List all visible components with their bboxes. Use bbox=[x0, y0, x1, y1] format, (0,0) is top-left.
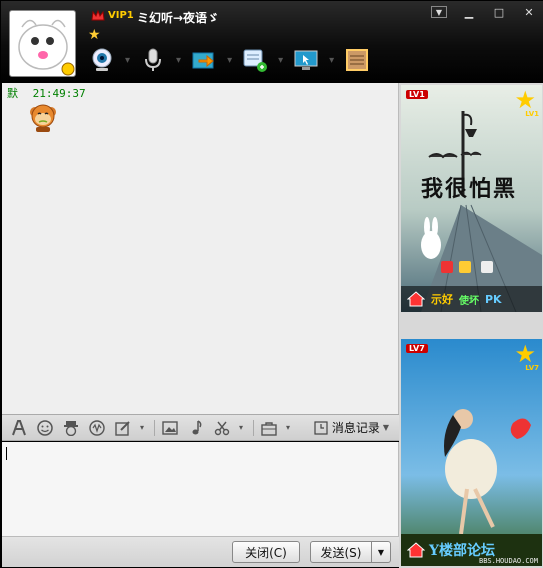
video-call-icon[interactable] bbox=[87, 45, 117, 75]
close-icon[interactable]: ✕ bbox=[518, 4, 540, 20]
avatar[interactable] bbox=[9, 10, 76, 77]
level-star-icon: ★ bbox=[514, 340, 536, 368]
home-icon[interactable] bbox=[407, 291, 425, 307]
vip-crown-icon bbox=[91, 9, 105, 23]
chevron-down-icon: ▼ bbox=[382, 423, 389, 432]
level-sub-label: LV1 bbox=[525, 110, 539, 118]
bag-dropdown-icon[interactable]: ▾ bbox=[284, 418, 292, 438]
send-file-icon[interactable] bbox=[189, 45, 219, 75]
show-card-1[interactable]: LV1 ★ LV1 我很怕黑 示好 使坏 PK bbox=[401, 85, 542, 312]
toolbar-separator: ▾ bbox=[125, 54, 131, 66]
history-label: 消息记录 bbox=[331, 421, 380, 435]
format-separator bbox=[253, 419, 254, 436]
message-time: 21:49:37 bbox=[32, 87, 86, 100]
toolbar-separator: ▾ bbox=[227, 54, 233, 66]
voice-call-icon[interactable] bbox=[138, 45, 168, 75]
menu-icon[interactable]: ▼ bbox=[431, 6, 447, 18]
minimize-icon[interactable]: ▁ bbox=[458, 4, 480, 20]
toolbar-separator: ▾ bbox=[278, 54, 284, 66]
format-separator bbox=[154, 419, 155, 436]
send-options-dropdown[interactable]: ▼ bbox=[371, 541, 391, 563]
window-controls: ▼ ▁ □ ✕ bbox=[428, 4, 540, 20]
nickname[interactable]: ミ幻听→夜语ゞ bbox=[137, 9, 219, 26]
level-sub-label: LV7 bbox=[525, 364, 539, 372]
emoticon-icon[interactable] bbox=[34, 418, 56, 438]
bag-icon[interactable] bbox=[258, 418, 280, 438]
chat-toolbar: ▾ ▾ ▾ ▾ ▾ bbox=[87, 45, 380, 75]
close-button[interactable]: 关闭(C) bbox=[232, 541, 300, 563]
level-star-icon: ★ bbox=[88, 27, 101, 43]
toolbar-separator: ▾ bbox=[329, 54, 335, 66]
bottom-bar: 关闭(C) 发送(S) ▼ bbox=[2, 536, 399, 567]
handwrite-icon[interactable] bbox=[112, 418, 134, 438]
message-history-button[interactable]: 消息记录 ▼ bbox=[314, 419, 389, 436]
home-icon[interactable] bbox=[407, 542, 425, 558]
message-sender: 默 bbox=[7, 87, 18, 100]
format-toolbar: ▾ ▾ ▾ 消息记录 ▼ bbox=[2, 414, 399, 441]
level-badge: LV1 bbox=[406, 90, 428, 99]
toolbar-separator: ▾ bbox=[176, 54, 182, 66]
show-panel: LV1 ★ LV1 我很怕黑 示好 使坏 PK LV7 ★ LV7 Y楼部论坛 … bbox=[399, 83, 543, 568]
screenshot-dropdown-icon[interactable]: ▾ bbox=[237, 418, 245, 438]
show-actions: 示好 使坏 PK bbox=[401, 286, 542, 312]
header: VIP1 ミ幻听→夜语ゞ ★ ▼ ▁ □ ✕ ▾ ▾ ▾ ▾ ▾ bbox=[1, 1, 543, 83]
font-icon[interactable] bbox=[8, 418, 30, 438]
screenshot-icon[interactable] bbox=[211, 418, 233, 438]
vip-label: VIP1 bbox=[108, 10, 134, 21]
text-caret bbox=[6, 447, 7, 460]
history-icon bbox=[314, 420, 328, 435]
handwrite-dropdown-icon[interactable]: ▾ bbox=[138, 418, 146, 438]
show-title: 我很怕黑 bbox=[421, 176, 518, 202]
music-icon[interactable] bbox=[185, 418, 207, 438]
level-star-icon: ★ bbox=[514, 86, 536, 114]
sms-icon[interactable] bbox=[240, 45, 270, 75]
sad-face-emoticon-icon bbox=[27, 100, 59, 132]
forum-url: BBS.HOUDAO.COM bbox=[478, 557, 538, 565]
pk-action[interactable]: PK bbox=[485, 293, 502, 306]
maximize-icon[interactable]: □ bbox=[488, 4, 510, 20]
image-icon[interactable] bbox=[159, 418, 181, 438]
shake-icon[interactable] bbox=[86, 418, 108, 438]
send-button[interactable]: 发送(S) bbox=[310, 541, 372, 563]
greet-action[interactable]: 示好 bbox=[431, 291, 453, 307]
remote-assist-icon[interactable] bbox=[291, 45, 321, 75]
message-history[interactable]: 默 21:49:37 bbox=[2, 83, 399, 414]
chat-window: VIP1 ミ幻听→夜语ゞ ★ ▼ ▁ □ ✕ ▾ ▾ ▾ ▾ ▾ 默 21:49… bbox=[0, 0, 543, 568]
message-input[interactable] bbox=[2, 442, 399, 536]
show-card-2[interactable]: LV7 ★ LV7 Y楼部论坛 BBS.HOUDAO.COM bbox=[401, 339, 542, 566]
tease-action[interactable]: 使坏 bbox=[459, 292, 479, 307]
level-badge: LV7 bbox=[406, 344, 428, 353]
magic-face-icon[interactable] bbox=[60, 418, 82, 438]
message-header: 默 21:49:37 bbox=[7, 85, 86, 101]
apps-icon[interactable] bbox=[342, 45, 372, 75]
